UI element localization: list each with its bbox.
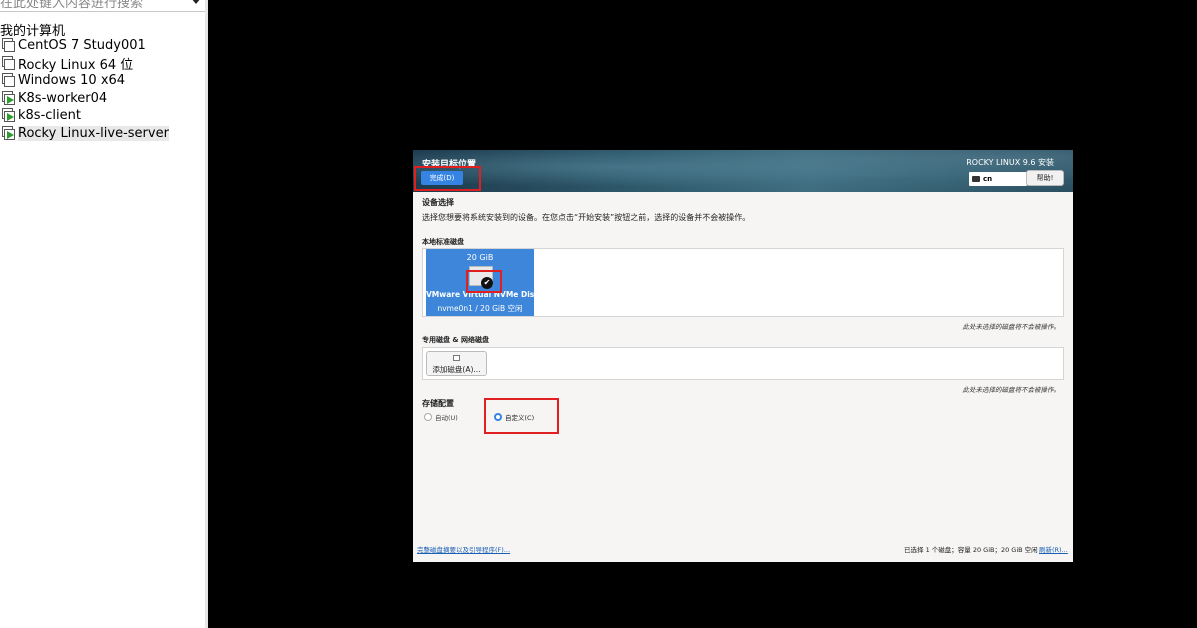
storage-auto-radio[interactable]: 自动(U) xyxy=(424,412,458,422)
done-button[interactable]: 完成(D) xyxy=(421,171,463,185)
add-disk-label: 添加磁盘(A)... xyxy=(432,365,481,374)
storage-config-title: 存储配置 xyxy=(422,399,454,408)
storage-custom-label: 自定义(C) xyxy=(505,414,535,422)
add-disk-icon xyxy=(453,355,460,361)
vm-item-k8s-worker04[interactable]: K8s-worker04 xyxy=(0,90,107,107)
disk-tile-nvme0n1[interactable]: 20 GiB ✔ VMware Virtual NVMe Disk nvme0n… xyxy=(426,249,540,316)
selection-status: 已选择 1 个磁盘；容量 20 GiB；20 GiB 空闲 xyxy=(904,546,1038,554)
keyboard-icon xyxy=(972,176,980,182)
product-title: ROCKY LINUX 9.6 安装 xyxy=(966,158,1054,167)
installer-header: 安装目标位置 完成(D) ROCKY LINUX 9.6 安装 cn 帮助! xyxy=(413,150,1073,192)
vm-item-rocky-linux-live-server[interactable]: Rocky Linux-live-server xyxy=(0,125,169,142)
device-selection-title: 设备选择 xyxy=(422,198,454,207)
local-disk-list: 20 GiB ✔ VMware Virtual NVMe Disk nvme0n… xyxy=(422,248,1064,317)
device-selection-description: 选择您想要将系统安装到的设备。在您点击“开始安装”按钮之前，选择的设备并不会被操… xyxy=(422,213,751,222)
search-placeholder: 在此处键入内容进行搜索 xyxy=(0,0,144,11)
vm-stopped-icon xyxy=(0,73,16,88)
vm-item-label: k8s-client xyxy=(18,108,81,123)
vm-running-icon xyxy=(0,126,16,141)
installer-window: 安装目标位置 完成(D) ROCKY LINUX 9.6 安装 cn 帮助! 设… xyxy=(413,150,1073,562)
disk-info: nvme0n1 / 20 GiB 空闲 xyxy=(437,304,523,313)
add-disk-button[interactable]: 添加磁盘(A)... xyxy=(426,351,487,376)
vm-item-label: Rocky Linux-live-server xyxy=(18,126,169,141)
full-disk-summary-link[interactable]: 完整磁盘摘要以及引导程序(F)... xyxy=(417,544,510,554)
local-disks-label: 本地标准磁盘 xyxy=(422,238,464,246)
radio-unchecked-icon xyxy=(424,413,432,421)
radio-checked-icon xyxy=(494,413,502,421)
refresh-link[interactable]: 刷新(R)... xyxy=(1039,544,1068,554)
disk-size: 20 GiB xyxy=(466,253,494,262)
special-disk-list: 添加磁盘(A)... xyxy=(422,347,1064,380)
vm-item-windows-10-x64[interactable]: Windows 10 x64 xyxy=(0,72,125,89)
vm-stopped-icon xyxy=(0,56,16,71)
vm-item-label: K8s-worker04 xyxy=(18,91,108,106)
special-disks-label: 专用磁盘 & 网络磁盘 xyxy=(422,336,489,344)
keyboard-layout-indicator[interactable]: cn xyxy=(969,172,1027,186)
vm-item-k8s-client[interactable]: k8s-client xyxy=(0,107,81,124)
library-sidebar: 在此处键入内容进行搜索 我的计算机 CentOS 7 Study001 Rock… xyxy=(0,0,205,628)
search-dropdown-icon[interactable] xyxy=(191,0,201,4)
vm-running-icon xyxy=(0,108,16,123)
checkmark-icon: ✔ xyxy=(481,277,493,289)
library-search-input[interactable]: 在此处键入内容进行搜索 xyxy=(0,0,205,12)
vm-item-label: Rocky Linux 64 位 xyxy=(18,58,134,73)
vm-item-centos-7-study001[interactable]: CentOS 7 Study001 xyxy=(0,37,146,54)
vm-item-rocky-linux-64[interactable]: Rocky Linux 64 位 xyxy=(0,55,134,73)
help-button[interactable]: 帮助! xyxy=(1026,170,1064,186)
disk-name: VMware Virtual NVMe Disk xyxy=(426,290,540,299)
page-title: 安装目标位置 xyxy=(422,160,477,170)
keyboard-layout-label: cn xyxy=(983,175,993,183)
vm-running-icon xyxy=(0,91,16,106)
vm-item-label: Windows 10 x64 xyxy=(18,73,126,88)
storage-custom-radio[interactable]: 自定义(C) xyxy=(494,412,534,422)
special-disks-note: 此处未选择的磁盘将不会被操作。 xyxy=(962,386,1061,394)
vm-stopped-icon xyxy=(0,38,16,53)
vm-item-label: CentOS 7 Study001 xyxy=(18,38,146,53)
local-disks-note: 此处未选择的磁盘将不会被操作。 xyxy=(962,323,1061,331)
storage-auto-label: 自动(U) xyxy=(435,414,458,422)
